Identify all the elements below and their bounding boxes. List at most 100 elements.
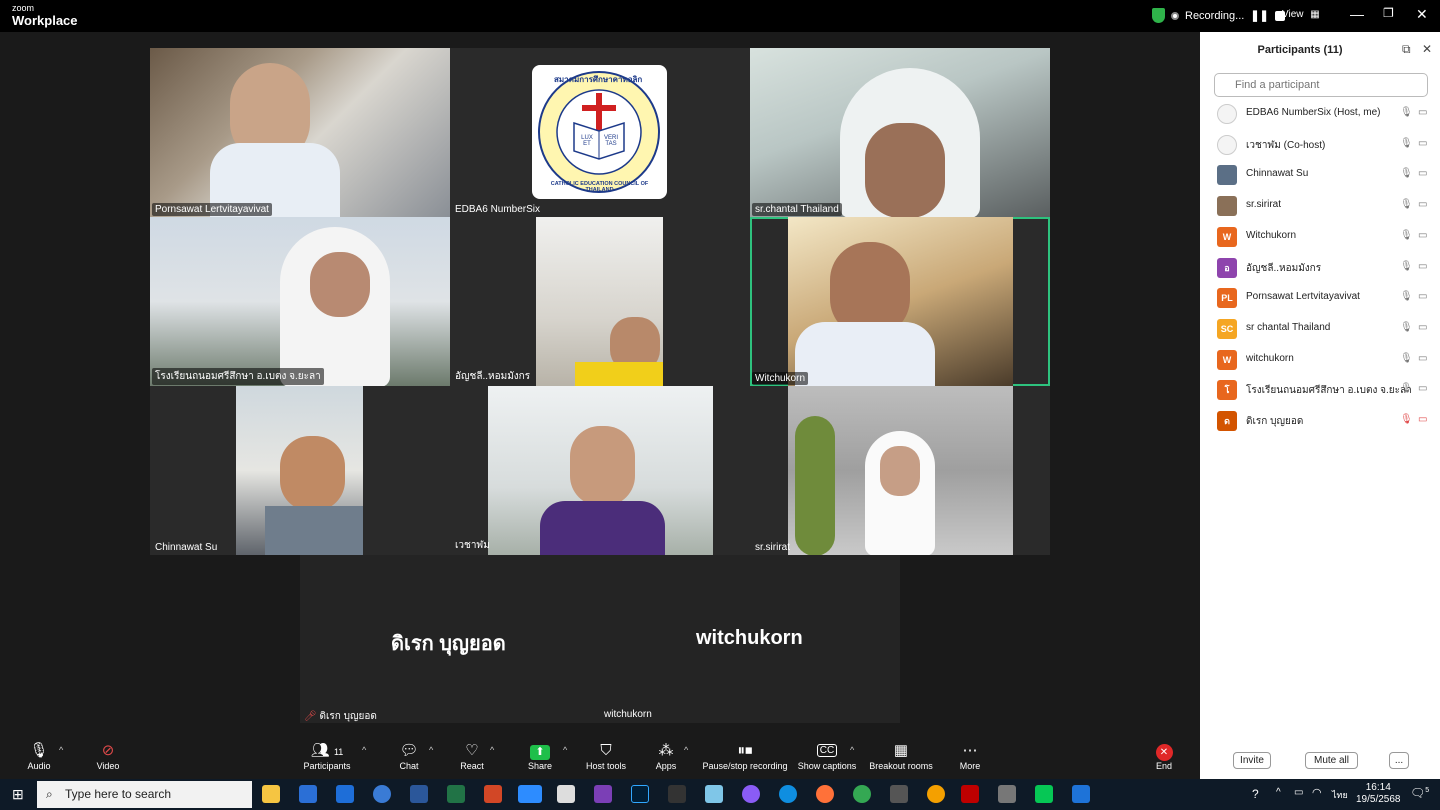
camera-icon[interactable]: ▭ xyxy=(1418,291,1427,302)
video-tile[interactable]: สมาคมการศึกษาคาทอลิก CATHOLIC EDUCATION … xyxy=(450,48,750,217)
help-icon[interactable]: ? xyxy=(1252,787,1259,801)
captions-caret-icon[interactable]: ^ xyxy=(850,745,854,755)
app-icon[interactable] xyxy=(1072,785,1090,803)
store-icon[interactable] xyxy=(299,785,317,803)
pause-recording-icon[interactable]: ❚❚ xyxy=(1250,9,1268,22)
participant-row[interactable]: อ อัญชลี..หอมมังกร 🎙︎ ▭ xyxy=(1200,253,1440,283)
camera-icon[interactable]: ▭ xyxy=(1418,168,1427,179)
video-editor-icon[interactable] xyxy=(668,785,686,803)
chat-button[interactable]: 💬︎ Chat xyxy=(395,737,423,779)
pause-stop-recording-button[interactable]: ⏸⏹ Pause/stop recording xyxy=(701,737,789,779)
participant-search-input[interactable] xyxy=(1214,73,1428,97)
microphone-icon[interactable]: 🎙︎ xyxy=(1400,383,1413,394)
close-icon[interactable]: ✕ xyxy=(1416,6,1428,23)
close-panel-icon[interactable]: ✕ xyxy=(1422,42,1432,56)
participant-row[interactable]: เวชาฬม (Co-host) 🎙︎ ▭ xyxy=(1200,130,1440,160)
microphone-icon[interactable]: 🎙︎ xyxy=(1400,138,1413,149)
microphone-icon[interactable]: 🎙︎ xyxy=(1400,414,1413,425)
minimize-icon[interactable]: — xyxy=(1350,6,1364,22)
video-tile[interactable]: Chinnawat Su xyxy=(150,386,450,555)
system-clock[interactable]: 16:14 19/5/2568 xyxy=(1356,782,1401,806)
camera-icon[interactable]: ▭ xyxy=(1418,322,1427,333)
apps-button[interactable]: ⁂ Apps xyxy=(652,737,680,779)
react-caret-icon[interactable]: ^ xyxy=(490,745,494,755)
notification-icon[interactable]: 🗨︎5 xyxy=(1410,786,1429,800)
participants-button[interactable]: 👥︎ 11 Participants xyxy=(300,737,354,779)
participant-row[interactable]: SC sr chantal Thailand 🎙︎ ▭ xyxy=(1200,314,1440,344)
chrome-icon[interactable] xyxy=(853,785,871,803)
camera-icon[interactable]: ▭ xyxy=(1418,199,1427,210)
chat-caret-icon[interactable]: ^ xyxy=(429,745,433,755)
edge-icon[interactable] xyxy=(779,785,797,803)
restore-icon[interactable]: ❐ xyxy=(1383,6,1394,20)
camera-icon[interactable]: ▭ xyxy=(1418,383,1427,394)
microphone-icon[interactable]: 🎙︎ xyxy=(1400,261,1413,272)
participant-row[interactable]: EDBA6 NumberSix (Host, me) 🎙︎ ▭ xyxy=(1200,99,1440,129)
file-explorer-icon[interactable] xyxy=(262,785,280,803)
line-icon[interactable] xyxy=(1035,785,1053,803)
audio-button[interactable]: 🎙︎ Audio xyxy=(24,737,54,779)
app-icon[interactable] xyxy=(927,785,945,803)
view-button[interactable]: View ▦ xyxy=(1282,9,1320,20)
video-tile[interactable]: อัญชลี..หอมมังกร xyxy=(450,217,750,386)
camera-icon[interactable]: ▭ xyxy=(1418,138,1427,149)
share-button[interactable]: ⬆ Share xyxy=(526,737,554,779)
microphone-icon[interactable]: 🎙︎ xyxy=(1400,322,1413,333)
language-indicator[interactable]: ไทย xyxy=(1332,788,1348,802)
microphone-icon[interactable]: 🎙︎ xyxy=(1400,199,1413,210)
more-options-button[interactable]: ... xyxy=(1389,752,1409,769)
participant-row[interactable]: W Witchukorn 🎙︎ ▭ xyxy=(1200,222,1440,252)
camera-icon[interactable]: ▭ xyxy=(1418,353,1427,364)
participant-row[interactable]: Chinnawat Su 🎙︎ ▭ xyxy=(1200,160,1440,190)
video-tile[interactable]: โรงเรียนถนอมศรีสึกษา อ.เบตง จ.ยะลา xyxy=(150,217,450,386)
video-tile[interactable]: Pornsawat Lertvitayavivat xyxy=(150,48,450,217)
participants-caret-icon[interactable]: ^ xyxy=(362,745,366,755)
firefox-icon[interactable] xyxy=(816,785,834,803)
breakout-rooms-button[interactable]: ▦ Breakout rooms xyxy=(867,737,935,779)
powerpoint-icon[interactable] xyxy=(484,785,502,803)
filezilla-icon[interactable] xyxy=(961,785,979,803)
zoom-icon[interactable] xyxy=(518,785,542,803)
tray-chevron-icon[interactable]: ^ xyxy=(1276,787,1281,798)
video-tile[interactable]: sr.sirirat xyxy=(750,386,1050,555)
mail-icon[interactable] xyxy=(336,785,354,803)
camera-icon[interactable]: ▭ xyxy=(1418,230,1427,241)
more-button[interactable]: ⋯ More xyxy=(956,737,984,779)
app-icon[interactable] xyxy=(890,785,908,803)
app-icon[interactable] xyxy=(998,785,1016,803)
participant-row[interactable]: ด ดิเรก บุญยอด 🎙︎ ▭ xyxy=(1200,406,1440,436)
encryption-shield-icon[interactable] xyxy=(1152,8,1165,23)
active-speaker-tile[interactable]: Witchukorn xyxy=(750,217,1050,386)
mute-all-button[interactable]: Mute all xyxy=(1305,752,1358,769)
host-tools-button[interactable]: ⛉ Host tools xyxy=(584,737,628,779)
participant-row[interactable]: sr.sirirat 🎙︎ ▭ xyxy=(1200,191,1440,221)
windows-start-icon[interactable]: ⊞ xyxy=(12,786,24,803)
qr-icon[interactable] xyxy=(557,785,575,803)
microphone-icon[interactable]: 🎙︎ xyxy=(1400,107,1413,118)
microphone-icon[interactable]: 🎙︎ xyxy=(1400,291,1413,302)
browser-icon[interactable] xyxy=(373,785,391,803)
wifi-icon[interactable]: ◠ xyxy=(1312,786,1322,799)
word-icon[interactable] xyxy=(410,785,428,803)
apps-caret-icon[interactable]: ^ xyxy=(684,745,688,755)
camera-icon[interactable]: ▭ xyxy=(1418,261,1427,272)
photoshop-icon[interactable] xyxy=(631,785,649,803)
react-button[interactable]: ♡ React xyxy=(458,737,486,779)
camera-icon[interactable]: ▭ xyxy=(1418,414,1427,425)
messenger-icon[interactable] xyxy=(742,785,760,803)
microphone-icon[interactable]: 🎙︎ xyxy=(1400,353,1413,364)
taskbar-search-box[interactable]: ⌕ Type here to search xyxy=(37,781,252,808)
app-icon[interactable] xyxy=(594,785,612,803)
share-caret-icon[interactable]: ^ xyxy=(563,745,567,755)
participant-row[interactable]: โ โรงเรียนถนอมศรีสึกษา อ.เบตง จ.ยะลา 🎙︎ ▭ xyxy=(1200,375,1440,405)
end-button[interactable]: ✕ End xyxy=(1150,737,1178,779)
invite-button[interactable]: Invite xyxy=(1233,752,1271,769)
participant-row[interactable]: PL Pornsawat Lertvitayavivat 🎙︎ ▭ xyxy=(1200,283,1440,313)
app-icon[interactable] xyxy=(705,785,723,803)
audio-caret-icon[interactable]: ^ xyxy=(59,745,63,755)
microphone-icon[interactable]: 🎙︎ xyxy=(1400,168,1413,179)
popout-icon[interactable]: ⧉ xyxy=(1402,42,1411,57)
video-tile[interactable]: เวชาฬม xyxy=(450,386,750,555)
microphone-icon[interactable]: 🎙︎ xyxy=(1400,230,1413,241)
excel-icon[interactable] xyxy=(447,785,465,803)
